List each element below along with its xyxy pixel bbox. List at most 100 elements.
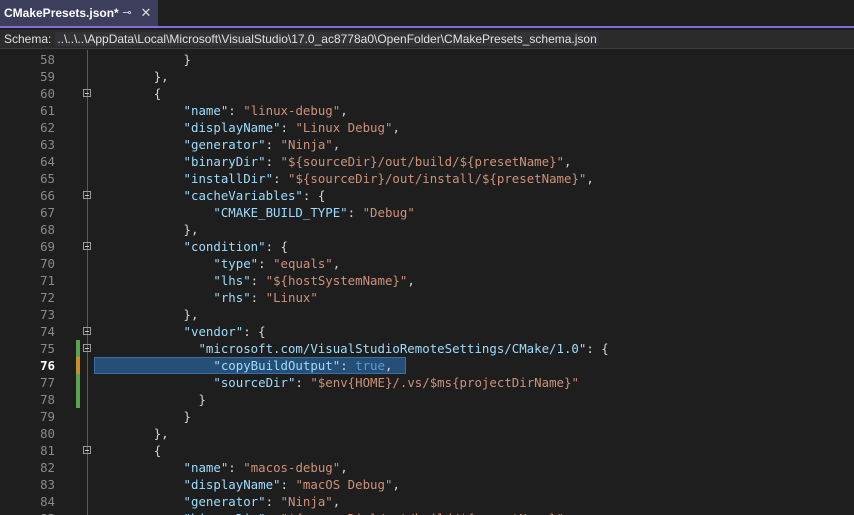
collapse-icon[interactable] xyxy=(83,242,91,250)
code-text: } xyxy=(183,52,191,67)
code-text: "name": "macos-debug", xyxy=(183,460,348,475)
code-text: "sourceDir": "$env{HOME}/.vs/$ms{project… xyxy=(213,375,579,390)
code-line[interactable]: 83 "displayName": "macOS Debug", xyxy=(0,476,854,493)
code-text: "copyBuildOutput": true, xyxy=(213,358,393,373)
code-editor[interactable]: 58 } 59 }, 60 {61 "name": "linux-debug", 62… xyxy=(0,50,854,515)
line-number: 58 xyxy=(40,52,55,67)
collapse-icon[interactable] xyxy=(83,89,91,97)
code-text: "binaryDir": "${sourceDir}/out/build/${p… xyxy=(94,510,572,515)
line-number: 60 xyxy=(40,86,55,101)
line-number: 67 xyxy=(40,205,55,220)
code-text: "microsoft.com/VisualStudioRemoteSetting… xyxy=(198,341,609,356)
line-number: 85 xyxy=(0,510,55,515)
line-number: 65 xyxy=(40,171,55,186)
code-text: "CMAKE_BUILD_TYPE": "Debug" xyxy=(213,205,415,220)
code-line[interactable]: 67 "CMAKE_BUILD_TYPE": "Debug" xyxy=(0,204,854,221)
collapse-icon[interactable] xyxy=(83,191,91,199)
code-line[interactable]: 60 { xyxy=(0,85,854,102)
code-text: "condition": { xyxy=(183,239,288,254)
line-number: 76 xyxy=(40,358,55,373)
line-number: 66 xyxy=(40,188,55,203)
line-number: 68 xyxy=(40,222,55,237)
line-number: 72 xyxy=(40,290,55,305)
code-line[interactable]: 80 }, xyxy=(0,425,854,442)
collapse-icon[interactable] xyxy=(83,344,91,352)
code-line[interactable]: 68 }, xyxy=(0,221,854,238)
code-line[interactable]: 73 }, xyxy=(0,306,854,323)
code-text: { xyxy=(153,443,162,458)
line-number: 84 xyxy=(40,494,55,509)
code-line[interactable]: 61 "name": "linux-debug", xyxy=(0,102,854,119)
code-text: "binaryDir": "${sourceDir}/out/build/${p… xyxy=(183,154,572,169)
schema-bar: Schema: ..\..\..\AppData\Local\Microsoft… xyxy=(0,30,854,49)
document-tab-strip: CMakePresets.json* ⊸ ✕ xyxy=(0,0,854,28)
close-icon[interactable]: ✕ xyxy=(139,5,153,21)
code-line[interactable]: 69 "condition": { xyxy=(0,238,854,255)
code-line[interactable]: 58 } xyxy=(0,51,854,68)
code-line[interactable]: 65 "installDir": "${sourceDir}/out/insta… xyxy=(0,170,854,187)
line-number: 74 xyxy=(40,324,55,339)
line-number: 77 xyxy=(40,375,55,390)
code-text: }, xyxy=(183,222,199,237)
code-line[interactable]: 71 "lhs": "${hostSystemName}", xyxy=(0,272,854,289)
code-text: "type": "equals", xyxy=(213,256,341,271)
code-text: "lhs": "${hostSystemName}", xyxy=(213,273,415,288)
code-text: }, xyxy=(183,307,199,322)
code-text: "rhs": "Linux" xyxy=(213,290,318,305)
line-number: 70 xyxy=(40,256,55,271)
code-line[interactable]: 72 "rhs": "Linux" xyxy=(0,289,854,306)
document-tab[interactable]: CMakePresets.json* ⊸ ✕ xyxy=(0,0,158,26)
code-text: { xyxy=(153,86,162,101)
line-number: 61 xyxy=(40,103,55,118)
line-number: 69 xyxy=(40,239,55,254)
code-text: } xyxy=(183,409,191,424)
collapse-icon[interactable] xyxy=(83,327,91,335)
code-text: "displayName": "Linux Debug", xyxy=(183,120,400,135)
line-number: 62 xyxy=(40,120,55,135)
line-number: 63 xyxy=(40,137,55,152)
line-number: 80 xyxy=(40,426,55,441)
code-line[interactable]: 81 { xyxy=(0,442,854,459)
code-line[interactable]: 64 "binaryDir": "${sourceDir}/out/build/… xyxy=(0,153,854,170)
line-number: 75 xyxy=(40,341,55,356)
code-text: "cacheVariables": { xyxy=(183,188,326,203)
line-number: 59 xyxy=(40,69,55,84)
line-number: 79 xyxy=(40,409,55,424)
tab-title: CMakePresets.json* xyxy=(4,6,119,20)
code-line[interactable]: 74 "vendor": { xyxy=(0,323,854,340)
current-line-marker xyxy=(76,357,80,374)
code-line[interactable]: 75 "microsoft.com/VisualStudioRemoteSett… xyxy=(0,340,854,357)
line-number: 71 xyxy=(40,273,55,288)
code-line[interactable]: 79 } xyxy=(0,408,854,425)
code-line[interactable]: 63 "generator": "Ninja", xyxy=(0,136,854,153)
line-number: 78 xyxy=(40,392,55,407)
code-line[interactable]: 59 }, xyxy=(0,68,854,85)
code-text: "generator": "Ninja", xyxy=(183,494,341,509)
code-line[interactable]: 77 "sourceDir": "$env{HOME}/.vs/$ms{proj… xyxy=(0,374,854,391)
code-text: } xyxy=(198,392,206,407)
code-text: }, xyxy=(153,426,169,441)
code-text: "generator": "Ninja", xyxy=(183,137,341,152)
code-line[interactable]: 78 } xyxy=(0,391,854,408)
line-number: 81 xyxy=(40,443,55,458)
code-text: "name": "linux-debug", xyxy=(183,103,348,118)
line-number: 64 xyxy=(40,154,55,169)
code-line[interactable]: 70 "type": "equals", xyxy=(0,255,854,272)
line-number: 82 xyxy=(40,460,55,475)
code-line[interactable]: 76 "copyBuildOutput": true, xyxy=(0,357,854,374)
schema-label: Schema: xyxy=(4,32,52,46)
pin-icon[interactable]: ⊸ xyxy=(121,6,133,20)
code-text: "installDir": "${sourceDir}/out/install/… xyxy=(183,171,594,186)
code-text: "displayName": "macOS Debug", xyxy=(183,477,400,492)
code-line[interactable]: 85 "binaryDir": "${sourceDir}/out/build/… xyxy=(0,510,854,515)
line-number: 83 xyxy=(40,477,55,492)
collapse-icon[interactable] xyxy=(83,446,91,454)
schema-path-field[interactable]: ..\..\..\AppData\Local\Microsoft\VisualS… xyxy=(55,32,599,46)
code-line[interactable]: 62 "displayName": "Linux Debug", xyxy=(0,119,854,136)
code-line[interactable]: 82 "name": "macos-debug", xyxy=(0,459,854,476)
code-text: "vendor": { xyxy=(183,324,266,339)
code-text: }, xyxy=(153,69,169,84)
code-line[interactable]: 66 "cacheVariables": { xyxy=(0,187,854,204)
line-number: 73 xyxy=(40,307,55,322)
code-line[interactable]: 84 "generator": "Ninja", xyxy=(0,493,854,510)
